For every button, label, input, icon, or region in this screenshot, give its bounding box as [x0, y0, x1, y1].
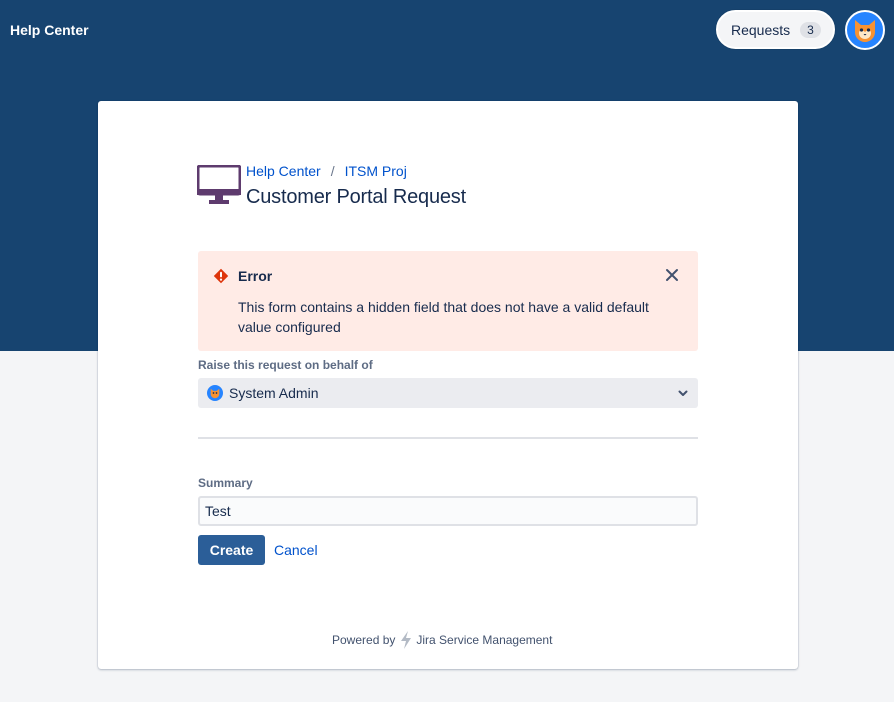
cancel-link[interactable]: Cancel: [274, 542, 318, 558]
user-avatar-small: [207, 385, 223, 401]
error-message-box: Error This form contains a hidden field …: [198, 251, 698, 351]
cat-avatar-icon: [855, 20, 875, 42]
powered-by-text: Powered by: [332, 633, 396, 647]
error-title: Error: [238, 268, 273, 284]
breadcrumb-help-center[interactable]: Help Center: [246, 163, 321, 179]
behalf-select-value: System Admin: [229, 385, 319, 401]
requests-button[interactable]: Requests 3: [716, 10, 835, 49]
summary-input[interactable]: [198, 496, 698, 526]
page-title: Customer Portal Request: [246, 186, 466, 208]
request-form-card: Help Center / ITSM Proj Customer Portal …: [98, 101, 798, 669]
product-name[interactable]: Jira Service Management: [416, 633, 552, 647]
bolt-icon: [401, 631, 412, 649]
requests-count-badge: 3: [800, 21, 821, 38]
user-avatar-button[interactable]: [845, 10, 885, 50]
error-message-text: This form contains a hidden field that d…: [238, 299, 649, 335]
behalf-select[interactable]: System Admin: [198, 378, 698, 408]
chevron-down-icon: [678, 390, 688, 396]
summary-field-label: Summary: [198, 476, 253, 490]
breadcrumb: Help Center / ITSM Proj: [246, 163, 407, 179]
behalf-field-label: Raise this request on behalf of: [198, 358, 373, 372]
create-button[interactable]: Create: [198, 535, 265, 565]
breadcrumb-separator: /: [330, 163, 335, 179]
error-icon: [213, 268, 229, 284]
help-center-title[interactable]: Help Center: [10, 22, 89, 38]
powered-by-footer: Powered by Jira Service Management: [332, 631, 552, 649]
monitor-icon: [197, 165, 241, 204]
close-icon[interactable]: [664, 267, 680, 283]
requests-label: Requests: [731, 21, 791, 38]
breadcrumb-project[interactable]: ITSM Proj: [345, 163, 407, 179]
cat-avatar-icon: [210, 388, 220, 399]
form-divider: [198, 437, 698, 439]
